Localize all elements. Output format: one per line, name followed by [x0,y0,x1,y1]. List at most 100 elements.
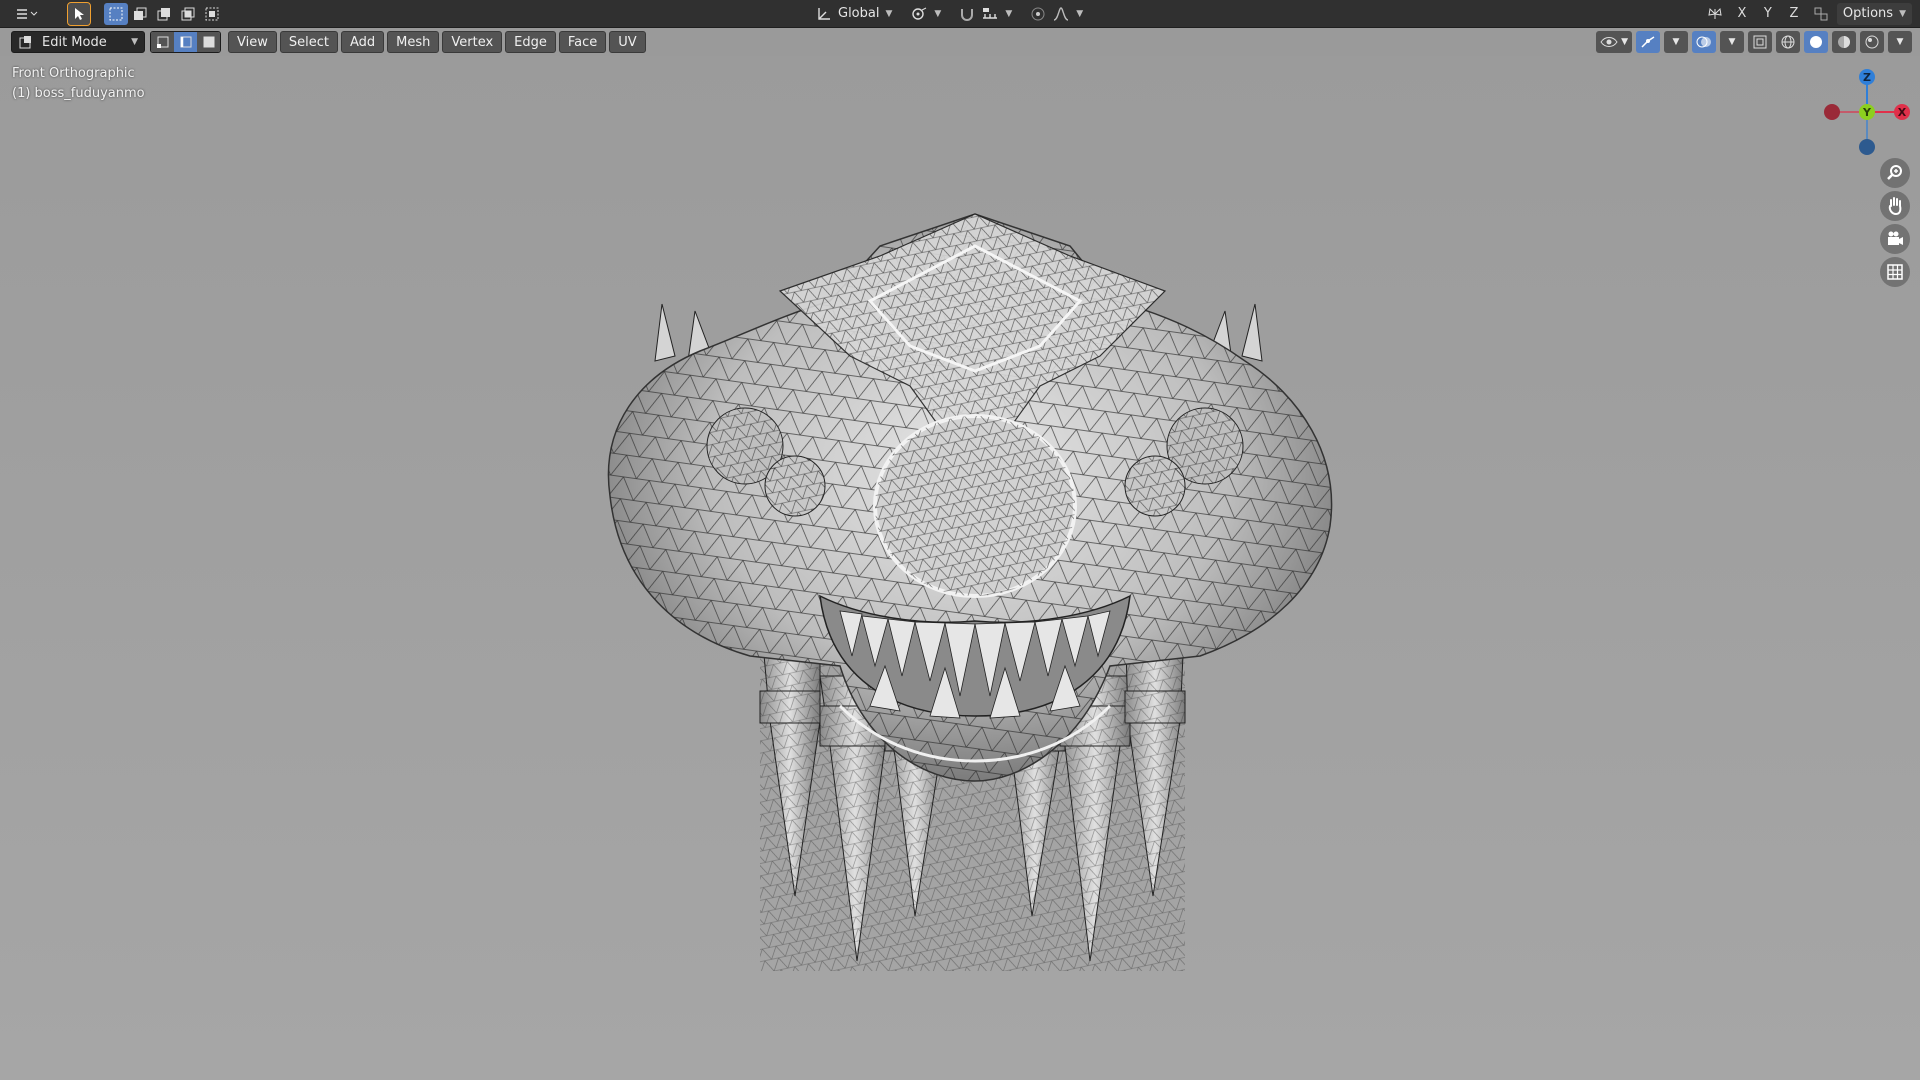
chevron-down-icon: ▼ [131,37,138,47]
gizmo-toggle[interactable] [1636,31,1660,53]
mirror-x-label: X [1737,6,1747,21]
chevron-down-icon: ▼ [885,8,893,19]
face-select-mode-button[interactable] [197,32,220,52]
butterfly-icon [1708,7,1722,19]
zoom-icon [1887,165,1902,180]
viewport-right-tools: ▼ ▼ ▼ ▼ [1596,31,1912,53]
gizmo-neg-x-handle[interactable] [1824,104,1840,120]
viewport-header: Edit Mode ▼ View Select Add Mesh Vertex … [0,29,1920,55]
options-label: Options [1842,6,1894,21]
shading-wireframe-button[interactable] [1776,31,1800,53]
snap-increment-icon [983,7,998,19]
chevron-down-icon: ▼ [1672,37,1680,47]
chevron-down-icon: ▼ [1076,8,1084,19]
menu-vertex[interactable]: Vertex [442,31,503,53]
editor-type-button[interactable] [10,3,42,25]
shading-rendered-button[interactable] [1860,31,1884,53]
visibility-dropdown[interactable]: ▼ [1596,31,1632,53]
zoom-button[interactable] [1880,158,1910,188]
wireframe-sphere-icon [1781,35,1795,49]
chevron-down-icon: ▼ [1899,8,1906,19]
auto-merge-button[interactable] [1809,3,1833,25]
rendered-sphere-icon [1865,35,1879,49]
3d-viewport[interactable] [0,56,1920,1080]
options-dropdown[interactable]: Options ▼ [1836,2,1912,25]
select-extend-icon [134,7,147,20]
navigation-gizmo[interactable]: Z X Y [1810,62,1920,162]
select-box-icon [109,7,123,20]
shading-dropdown[interactable]: ▼ [1888,31,1912,53]
select-extend-button[interactable] [128,3,152,25]
transform-orientation-label: Global [838,6,880,21]
menu-face[interactable]: Face [558,31,607,53]
menu-mesh[interactable]: Mesh [387,31,440,53]
gizmo-dropdown[interactable]: ▼ [1664,31,1688,53]
xray-toggle[interactable] [1748,31,1772,53]
mirror-options-button[interactable] [1703,3,1727,25]
gizmo-icon [1641,36,1655,48]
hand-icon [1888,197,1902,216]
editor-type-icon [17,8,38,19]
mirror-z-toggle[interactable]: Z [1783,3,1805,25]
falloff-curve-icon [1054,6,1069,21]
select-intersect-button[interactable] [200,3,224,25]
orientation-icon [818,7,830,20]
select-intersect-icon [205,7,219,20]
menu-view[interactable]: View [228,31,277,53]
mirror-x-toggle[interactable]: X [1731,3,1753,25]
chevron-down-icon: ▼ [934,8,942,19]
gizmo-neg-z-handle[interactable] [1859,139,1875,155]
gizmo-y-label: Y [1862,106,1872,119]
select-difference-button[interactable] [176,3,200,25]
shading-material-button[interactable] [1832,31,1856,53]
topbar-header: Global ▼ ▼ ▼ ▼ X Y Z Options ▼ [0,0,1920,28]
overlays-icon [1696,36,1711,48]
menu-edge[interactable]: Edge [505,31,556,53]
viewport-menus: View Select Add Mesh Vertex Edge Face UV [228,31,646,53]
overlays-dropdown[interactable]: ▼ [1720,31,1744,53]
menu-uv[interactable]: UV [609,31,646,53]
pivot-icon [912,7,927,20]
cursor-icon [75,7,84,20]
vertex-select-mode-button[interactable] [151,32,174,52]
pivot-point-dropdown[interactable]: ▼ [904,3,947,25]
pan-button[interactable] [1880,191,1910,221]
merge-icon [1814,7,1828,20]
menu-select[interactable]: Select [279,31,338,53]
gizmo-z-label: Z [1863,71,1871,84]
grid-icon [1887,264,1903,280]
eye-icon [1600,37,1618,47]
mirror-y-label: Y [1763,6,1772,21]
magnet-icon [961,8,974,21]
select-subtract-button[interactable] [152,3,176,25]
menu-add[interactable]: Add [340,31,385,53]
select-subtract-icon [157,7,170,20]
chevron-down-icon: ▼ [1621,37,1628,47]
edge-select-icon [180,36,191,48]
edge-select-mode-button[interactable] [174,32,197,52]
vertex-select-icon [156,36,168,48]
overlays-toggle[interactable] [1692,31,1716,53]
shading-solid-button[interactable] [1804,31,1828,53]
solid-sphere-icon [1810,36,1822,48]
gizmo-x-label: X [1898,106,1907,119]
camera-icon [1888,231,1903,245]
chevron-down-icon: ▼ [1896,37,1904,47]
ortho-toggle-button[interactable] [1880,257,1910,287]
chevron-down-icon: ▼ [1728,37,1736,47]
select-tool-button[interactable] [67,1,91,26]
mirror-y-toggle[interactable]: Y [1757,3,1779,25]
edit-mode-icon [19,36,31,49]
xray-icon [1753,35,1767,49]
proportional-editing-icon [1031,7,1045,20]
transform-orientation-dropdown[interactable]: Global ▼ [810,3,898,25]
chevron-down-icon: ▼ [1005,8,1013,19]
proportional-editing-dropdown[interactable]: ▼ [1024,3,1089,25]
select-difference-icon [181,7,195,20]
camera-view-button[interactable] [1880,224,1910,254]
mode-label: Edit Mode [42,34,107,50]
mode-dropdown[interactable]: Edit Mode ▼ [11,31,145,53]
view-name-label: Front Orthographic [12,66,135,81]
select-box-new-button[interactable] [104,2,128,25]
snap-dropdown[interactable]: ▼ [953,3,1018,25]
